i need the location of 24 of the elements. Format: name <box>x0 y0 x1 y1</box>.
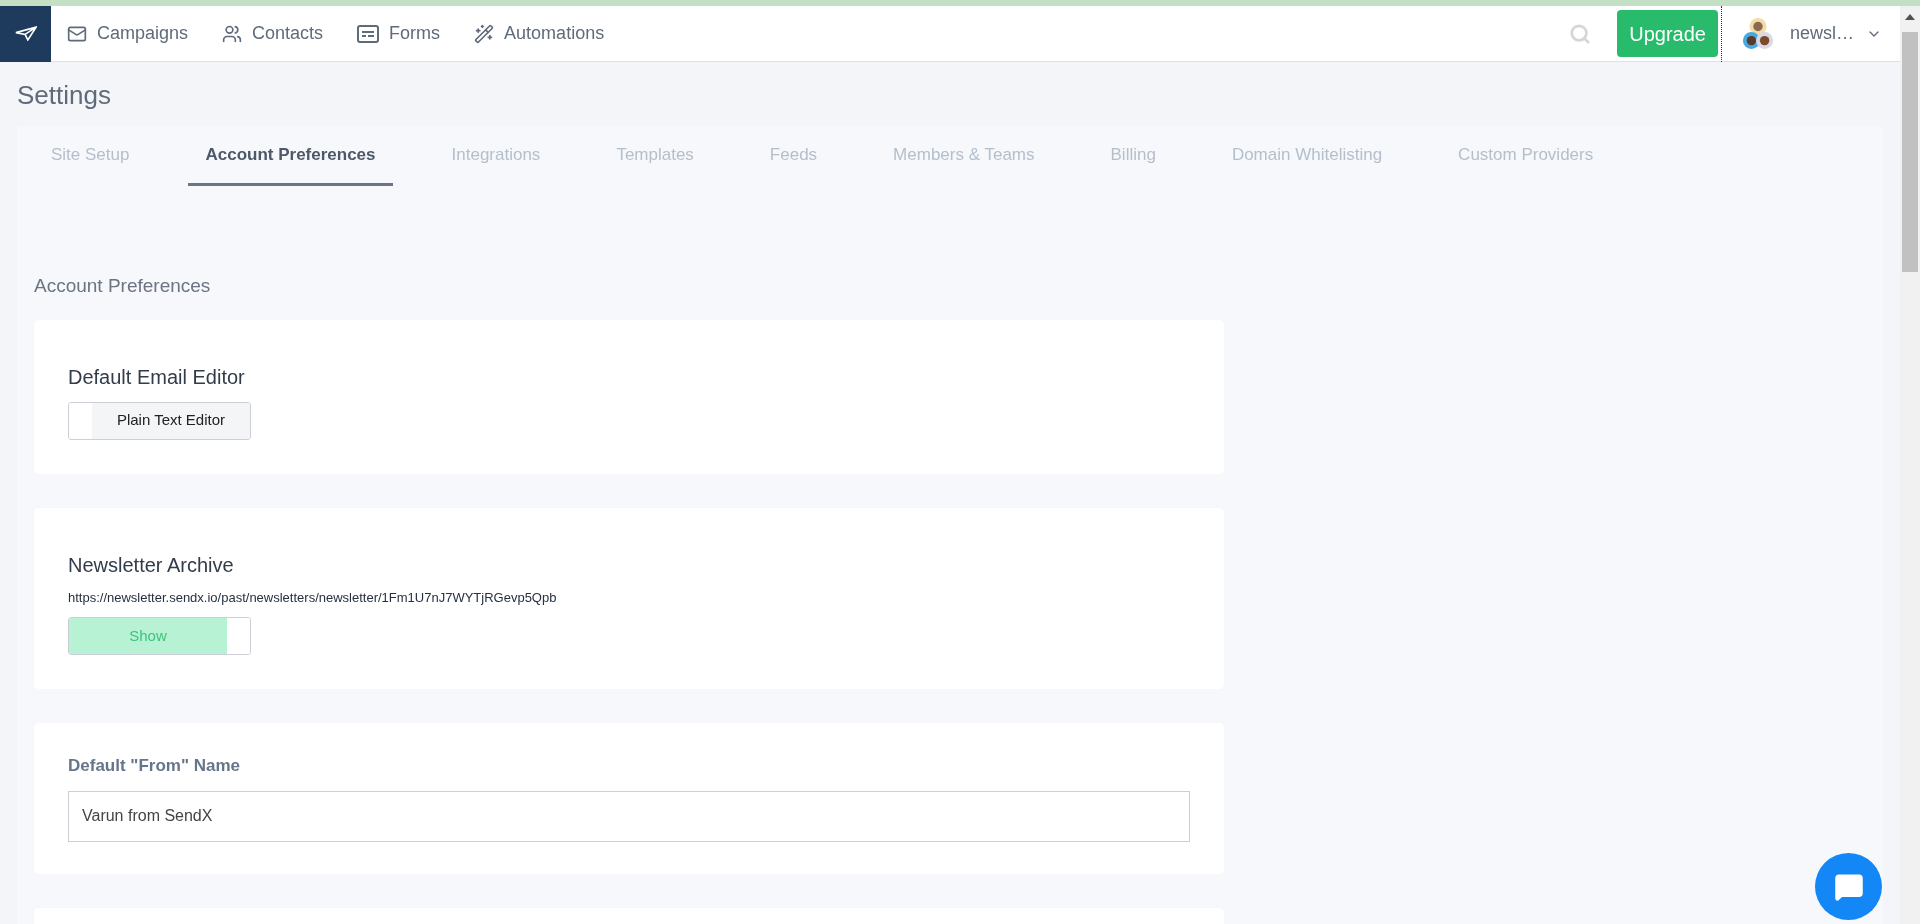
input-field[interactable]: Varun from SendX <box>68 790 1190 842</box>
nav-link[interactable]: Forms <box>357 20 441 47</box>
toggle-switch[interactable]: Show <box>68 617 251 655</box>
settings-tab[interactable]: Account Preferences <box>188 126 393 186</box>
nav-link[interactable]: Contacts <box>222 20 324 47</box>
archive-url: https://newsletter.sendx.io/past/newsletters/newsletter/1Fm1U7nJ7WYTjRGevp5Qpb <box>68 588 558 607</box>
card-title: Default Email Editor <box>68 364 246 390</box>
account-name[interactable]: newsl… <box>1789 20 1854 47</box>
settings-tab[interactable]: Feeds <box>752 126 835 186</box>
page-title: Settings <box>17 82 112 108</box>
upgrade-button[interactable]: Upgrade <box>1617 10 1718 57</box>
toggle-switch[interactable]: Plain Text Editor <box>68 401 251 440</box>
nav-link[interactable]: Automations <box>474 20 605 47</box>
nav-link[interactable]: Campaigns <box>67 20 189 47</box>
settings-tab[interactable]: Templates <box>599 126 711 186</box>
settings-tab[interactable]: Integrations <box>434 126 558 186</box>
settings-tab[interactable]: Custom Providers <box>1441 126 1611 186</box>
settings-tab[interactable]: Domain Whitelisting <box>1214 126 1400 186</box>
card-title: Newsletter Archive <box>68 552 235 578</box>
settings-tab[interactable]: Members & Teams <box>876 126 1052 186</box>
settings-tab[interactable]: Billing <box>1093 126 1173 186</box>
section-title: Account Preferences <box>34 274 212 298</box>
settings-tab[interactable]: Site Setup <box>34 126 147 186</box>
field-label: Default "From" Name <box>68 755 241 777</box>
